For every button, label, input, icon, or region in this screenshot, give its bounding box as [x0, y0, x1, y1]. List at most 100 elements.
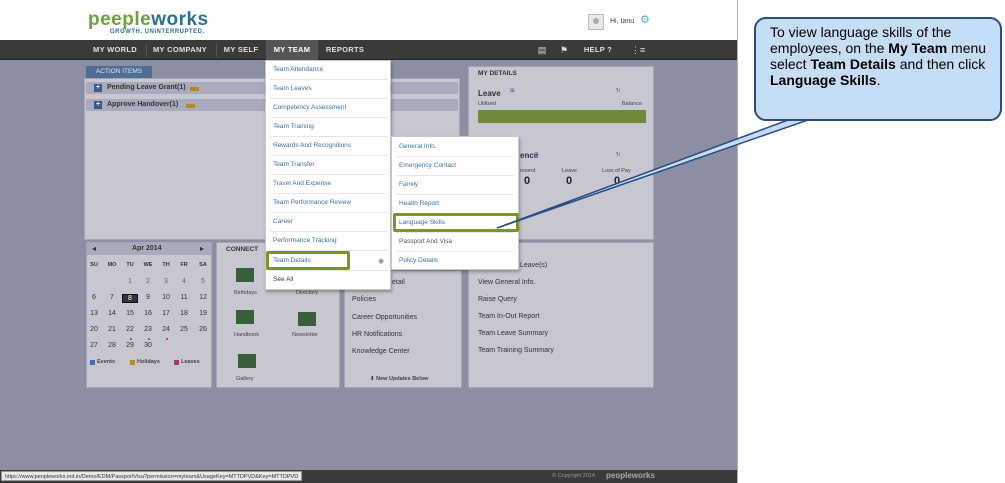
- menu-divider: [396, 156, 514, 157]
- menu-item-career[interactable]: Career: [273, 218, 293, 225]
- submenu-item-passport-visa[interactable]: Passport And Visa: [399, 238, 452, 245]
- menu-item-team-attendance[interactable]: Team Attendance: [273, 66, 323, 73]
- calendar-day[interactable]: 13: [86, 310, 102, 317]
- menu-item-team-performance-review[interactable]: Team Performance Review: [273, 199, 351, 206]
- calendar-day[interactable]: 15: [122, 310, 138, 317]
- nav-my-world[interactable]: MY WORLD: [88, 40, 142, 60]
- birthday-cake-icon[interactable]: [236, 268, 254, 282]
- connect-gallery[interactable]: Gallery: [236, 376, 253, 382]
- new-badge: [190, 87, 199, 91]
- calendar-day[interactable]: 4: [176, 278, 192, 285]
- calendar-day[interactable]: 27: [86, 342, 102, 349]
- menu-item-team-training[interactable]: Team Training: [273, 123, 314, 130]
- menu-item-rewards-recognitions[interactable]: Rewards And Recognitions: [273, 142, 351, 149]
- mid-link-knowledge-center[interactable]: Knowledge Center: [352, 348, 410, 355]
- quick-link-raise-query[interactable]: Raise Query: [478, 296, 517, 303]
- expand-plus-icon[interactable]: +: [94, 84, 102, 92]
- submenu-item-emergency-contact[interactable]: Emergency Contact: [399, 162, 456, 169]
- submenu-item-policy-details[interactable]: Policy Details: [399, 257, 438, 264]
- calendar-next-icon[interactable]: ▸: [200, 244, 204, 253]
- submenu-item-family[interactable]: Family: [399, 181, 418, 188]
- menu-item-see-all[interactable]: See All: [273, 276, 293, 283]
- calendar-day[interactable]: 21: [104, 326, 120, 333]
- book-icon[interactable]: ▤: [534, 40, 550, 60]
- quick-link-team-training-summary[interactable]: Team Training Summary: [478, 347, 554, 354]
- calendar-day[interactable]: 25: [176, 326, 192, 333]
- gear-icon[interactable]: ⚙: [640, 13, 650, 26]
- calendar-day[interactable]: 22: [122, 326, 138, 333]
- calendar-day[interactable]: 6: [86, 294, 102, 301]
- calendar-day[interactable]: 5: [195, 278, 211, 285]
- connect-directory[interactable]: Directory: [296, 290, 318, 296]
- mid-link-hr-notifications[interactable]: HR Notifications: [352, 331, 402, 338]
- leave-info-icon[interactable]: ⊞: [510, 88, 515, 94]
- calendar-day[interactable]: 17: [158, 310, 174, 317]
- newsletter-icon[interactable]: [298, 312, 316, 326]
- attendance-info-icon[interactable]: ⊞: [534, 152, 539, 158]
- calendar-day[interactable]: 12: [195, 294, 211, 301]
- calendar-day[interactable]: 9: [140, 294, 156, 301]
- avatar[interactable]: [588, 14, 604, 30]
- menu-divider: [396, 194, 514, 195]
- calendar-day[interactable]: 11: [176, 294, 192, 301]
- calendar-day[interactable]: 2: [140, 278, 156, 285]
- mid-link-detail[interactable]: etail: [392, 279, 405, 286]
- calendar-day[interactable]: 1: [122, 278, 138, 285]
- menu-item-competency-assessment[interactable]: Competency Assessment: [273, 104, 346, 111]
- calendar-day-today[interactable]: 8: [122, 294, 138, 303]
- calendar-day[interactable]: 29: [122, 342, 138, 349]
- quick-link-team-in-out[interactable]: Team In-Out Report: [478, 313, 539, 320]
- calendar-prev-icon[interactable]: ◂: [92, 244, 96, 253]
- quick-link-team-leave-summary[interactable]: Team Leave Summary: [478, 330, 548, 337]
- menu-item-performance-tracking[interactable]: Performance Tracking: [273, 237, 337, 244]
- quick-link-view-general-info[interactable]: View General Info.: [478, 279, 535, 286]
- new-badge: [186, 104, 195, 108]
- calendar-day[interactable]: 23: [140, 326, 156, 333]
- menu-item-team-transfer[interactable]: Team Transfer: [273, 161, 315, 168]
- callout-text-3: and then click: [895, 56, 986, 72]
- app-logo[interactable]: peepleworks: [88, 9, 209, 31]
- calendar-day[interactable]: 20: [86, 326, 102, 333]
- calendar-day[interactable]: 3: [158, 278, 174, 285]
- submenu-item-general-info[interactable]: General Info.: [399, 143, 437, 150]
- help-icon: ?: [607, 45, 613, 54]
- calendar-day[interactable]: 14: [104, 310, 120, 317]
- handbook-icon[interactable]: [236, 310, 254, 324]
- calendar-day[interactable]: 28: [104, 342, 120, 349]
- action-row-approve-handover[interactable]: Approve Handover(1): [107, 101, 178, 108]
- mid-link-policies[interactable]: Policies: [352, 296, 376, 303]
- calendar-day[interactable]: 24: [158, 326, 174, 333]
- quick-link-leaves[interactable]: Leave(s): [520, 262, 547, 269]
- submenu-item-health-report[interactable]: Health Report: [399, 200, 439, 207]
- highlight-team-details: [266, 251, 350, 270]
- nav-my-company[interactable]: MY COMPANY: [148, 40, 212, 60]
- expand-plus-icon[interactable]: +: [94, 101, 102, 109]
- connect-birthdays[interactable]: Birthdays: [234, 290, 257, 296]
- refresh-icon[interactable]: ↻: [616, 152, 621, 158]
- calendar-day[interactable]: 30: [140, 342, 156, 349]
- action-items-tab[interactable]: ACTION ITEMS: [86, 66, 152, 78]
- menu-divider: [270, 98, 388, 99]
- flag-icon[interactable]: ⚑: [556, 40, 572, 60]
- calendar-day[interactable]: 16: [140, 310, 156, 317]
- calendar-day[interactable]: 7: [104, 294, 120, 301]
- menu-item-team-leaves[interactable]: Team Leaves: [273, 85, 312, 92]
- gallery-icon[interactable]: [238, 354, 256, 368]
- menu-item-travel-expense[interactable]: Travel And Expense: [273, 180, 331, 187]
- menu-tree-icon[interactable]: ⋮≡: [630, 40, 646, 60]
- refresh-icon[interactable]: ↻: [616, 88, 621, 94]
- calendar-day[interactable]: 10: [158, 294, 174, 301]
- nav-help[interactable]: HELP ?: [582, 40, 614, 60]
- connect-handbook[interactable]: Handbook: [234, 332, 259, 338]
- calendar-day[interactable]: 26: [195, 326, 211, 333]
- action-row-pending-leave[interactable]: Pending Leave Grant(1): [107, 84, 186, 91]
- calendar-day[interactable]: 18: [176, 310, 192, 317]
- att-value-leave: 0: [566, 175, 573, 187]
- nav-my-team[interactable]: MY TEAM: [266, 40, 318, 60]
- connect-newsletter[interactable]: Newsletter: [292, 332, 318, 338]
- mid-link-career-opportunities[interactable]: Career Opportunities: [352, 314, 417, 321]
- nav-reports[interactable]: REPORTS: [320, 40, 370, 60]
- calendar-day[interactable]: 19: [195, 310, 211, 317]
- nav-my-self[interactable]: MY SELF: [218, 40, 264, 60]
- new-updates-link[interactable]: ⬇ New Updates Below: [370, 376, 428, 382]
